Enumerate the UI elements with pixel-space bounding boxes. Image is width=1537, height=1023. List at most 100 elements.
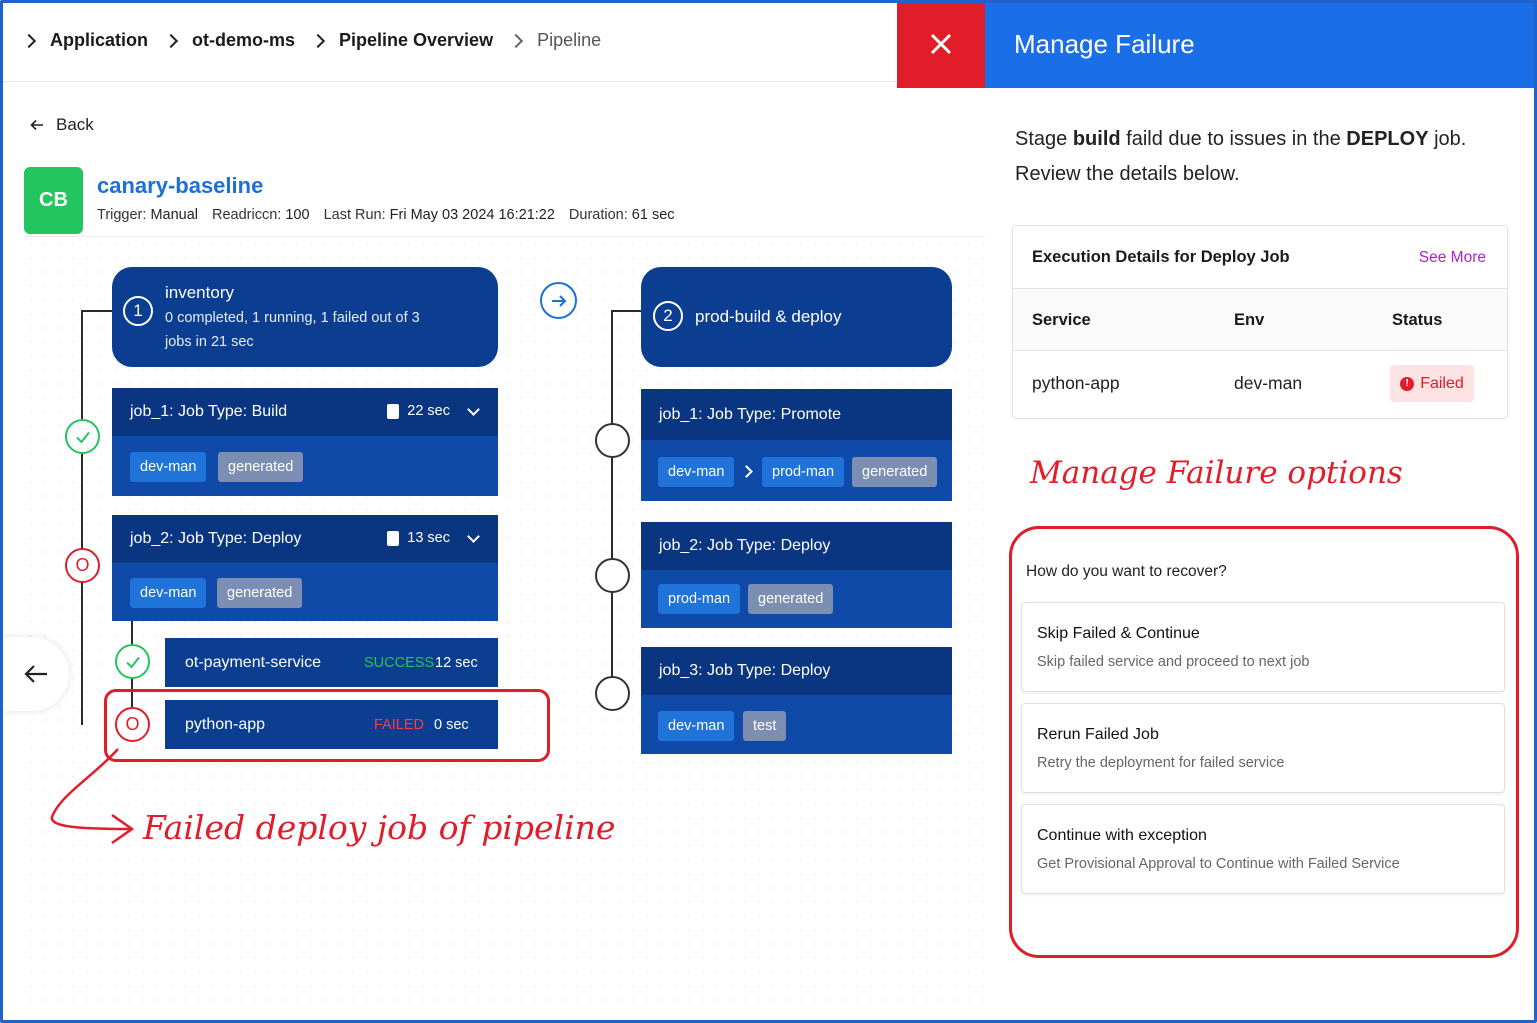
column-service: Service: [1032, 311, 1091, 329]
service-time: 12 sec: [435, 654, 478, 671]
job-card[interactable]: job_3: Job Type: Deploy dev-man test: [641, 647, 952, 754]
pending-status-icon: [595, 558, 630, 593]
pending-status-icon: [595, 423, 630, 458]
readriccn-label: Readriccn:: [212, 207, 282, 223]
row-env: dev-man: [1234, 373, 1303, 393]
back-label: Back: [56, 115, 94, 134]
chevron-right-icon: [21, 33, 37, 48]
close-icon: [930, 33, 952, 55]
env-tag: dev-man: [130, 578, 207, 608]
env-tag: prod-man: [658, 584, 741, 614]
generated-tag: generated: [748, 584, 834, 614]
job-card[interactable]: job_1: Job Type: Build 22 sec dev-man ge…: [112, 388, 498, 496]
service-name: ot-payment-service: [185, 653, 322, 671]
see-more-link[interactable]: See More: [1419, 249, 1486, 267]
summary-text: job.: [1428, 128, 1467, 150]
breadcrumb: Application ot-demo-ms Pipeline Overview…: [0, 0, 897, 82]
close-button[interactable]: [897, 0, 985, 88]
success-check-icon: [115, 644, 150, 679]
breadcrumb-pipeline-overview[interactable]: Pipeline Overview: [310, 30, 493, 51]
execution-details-card: Execution Details for Deploy Job See Mor…: [1012, 225, 1508, 419]
stage-number: 2: [653, 301, 683, 331]
manage-failure-panel: Manage Failure Stage build faild due to …: [985, 0, 1537, 1023]
chevron-right-icon: [509, 33, 524, 48]
option-skip-failed[interactable]: Skip Failed & Continue Skip failed servi…: [1021, 602, 1505, 692]
readriccn-value: 100: [285, 207, 310, 223]
failed-service-highlight: [104, 689, 550, 762]
stage1-connector: [81, 310, 113, 312]
stage2-connector: [611, 310, 613, 695]
option-rerun-failed[interactable]: Rerun Failed Job Retry the deployment fo…: [1021, 703, 1505, 793]
success-check-icon: [65, 419, 100, 454]
failed-status-icon: O: [65, 548, 100, 583]
trigger-label: Trigger:: [97, 207, 147, 223]
option-description: Skip failed service and proceed to next …: [1037, 654, 1310, 670]
test-tag: test: [743, 711, 787, 741]
pending-status-icon: [595, 676, 630, 711]
stage-prod-build-deploy[interactable]: 2 prod-build & deploy: [641, 267, 952, 367]
service-row[interactable]: ot-payment-service SUCCESS 12 sec: [165, 638, 498, 687]
table-header: Service Env Status: [1013, 289, 1507, 351]
env-tag: dev-man: [658, 711, 735, 741]
generated-tag: generated: [852, 457, 938, 487]
annotation-arrow-icon: [50, 748, 135, 845]
job-card[interactable]: job_1: Job Type: Promote dev-man prod-ma…: [641, 389, 952, 501]
next-stage-icon[interactable]: [540, 282, 577, 319]
option-continue-exception[interactable]: Continue with exception Get Provisional …: [1021, 804, 1505, 894]
duration-value: 61 sec: [631, 207, 675, 223]
panel-title: Manage Failure: [985, 0, 1537, 88]
stage-title: prod-build & deploy: [695, 307, 842, 326]
option-title: Rerun Failed Job: [1037, 726, 1159, 743]
job-title: job_2: Job Type: Deploy: [659, 537, 831, 554]
status-text: Failed: [1420, 374, 1464, 392]
pipeline-app: Application ot-demo-ms Pipeline Overview…: [0, 0, 985, 1023]
options-annotation: Manage Failure options: [1030, 455, 1403, 491]
breadcrumb-label: Pipeline: [537, 30, 602, 50]
stage2-connector: [611, 310, 642, 312]
row-service: python-app: [1032, 373, 1120, 393]
breadcrumb-pipeline: Pipeline: [509, 30, 602, 51]
column-env: Env: [1234, 311, 1265, 329]
recovery-question: How do you want to recover?: [1026, 563, 1227, 580]
breadcrumb-application[interactable]: Application: [21, 30, 148, 51]
pipeline-meta: Trigger: Manual Readriccn: 100 Last Run:…: [97, 207, 675, 223]
option-description: Get Provisional Approval to Continue wit…: [1037, 856, 1400, 872]
back-button[interactable]: Back: [30, 115, 94, 135]
last-run-value: Fri May 03 2024 16:21:22: [389, 207, 555, 223]
summary-text: faild due to issues in the: [1120, 128, 1347, 150]
stage1-connector: [81, 310, 83, 725]
job-title: job_3: Job Type: Deploy: [659, 662, 831, 679]
generated-tag: generated: [218, 452, 304, 482]
pipeline-name[interactable]: canary-baseline: [97, 173, 263, 199]
breadcrumb-project[interactable]: ot-demo-ms: [163, 30, 295, 51]
stage-number: 1: [123, 296, 153, 326]
job-title: job_2: Job Type: Deploy: [130, 530, 302, 547]
job-duration: 13 sec: [407, 530, 450, 546]
arrow-left-icon: [30, 119, 43, 131]
generated-tag: generated: [217, 578, 303, 608]
alert-icon: !: [1400, 376, 1415, 391]
option-title: Skip Failed & Continue: [1037, 625, 1200, 642]
job-title: job_1: Job Type: Build: [130, 403, 288, 420]
pipeline-avatar: CB: [24, 167, 83, 234]
summary-text: Review the details below.: [1015, 163, 1240, 185]
chevron-right-icon: [163, 33, 179, 48]
job-card[interactable]: job_2: Job Type: Deploy prod-man generat…: [641, 522, 952, 628]
trigger-value: Manual: [150, 207, 199, 223]
summary-text: Stage: [1015, 128, 1073, 150]
status-badge: ! Failed: [1390, 365, 1474, 402]
option-description: Retry the deployment for failed service: [1037, 755, 1285, 771]
option-title: Continue with exception: [1037, 827, 1207, 844]
duration-label: Duration:: [568, 207, 628, 223]
job-card[interactable]: job_2: Job Type: Deploy 13 sec dev-man g…: [112, 515, 498, 621]
job-name: DEPLOY: [1346, 128, 1429, 150]
stage-inventory[interactable]: 1 inventory 0 completed, 1 running, 1 fa…: [112, 267, 498, 367]
file-icon: [387, 403, 400, 419]
stage-name: build: [1072, 128, 1121, 150]
recovery-options: How do you want to recover? Skip Failed …: [1009, 526, 1519, 958]
stage-summary: 0 completed, 1 running, 1 failed out of …: [165, 310, 420, 326]
job-title: job_1: Job Type: Promote: [659, 405, 842, 423]
breadcrumb-label: ot-demo-ms: [192, 30, 295, 50]
failed-job-annotation: Failed deploy job of pipeline: [143, 808, 616, 847]
file-icon: [387, 530, 400, 546]
